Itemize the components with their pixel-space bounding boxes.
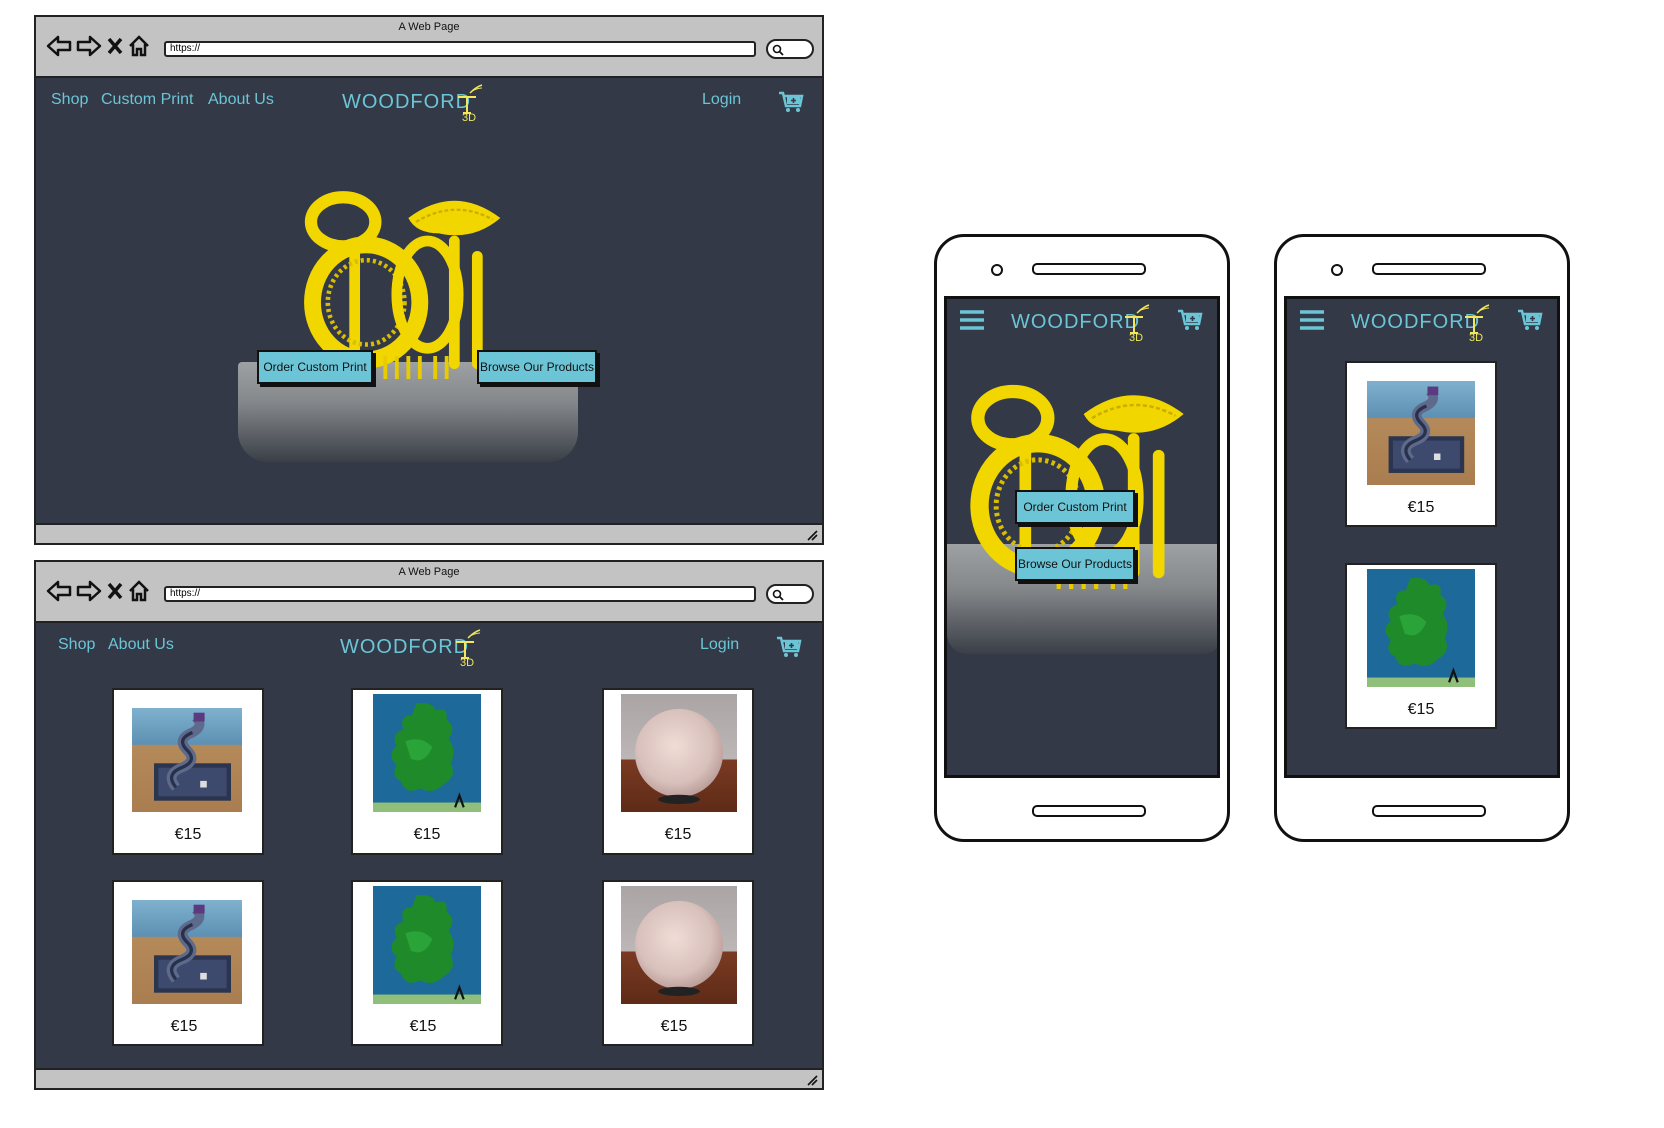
marble-run-photo-icon: [1367, 381, 1475, 485]
browser-chrome: A Web Page https://: [36, 562, 822, 623]
product-card[interactable]: €15: [602, 688, 754, 855]
window-title: A Web Page: [398, 566, 460, 578]
desktop-home-window: A Web Page https:// Shop Custom Print Ab…: [34, 15, 824, 545]
logo-wordmark: WOODFORD: [340, 636, 470, 658]
marble-run-photo-icon: [132, 708, 242, 812]
forward-arrow-icon[interactable]: [76, 35, 102, 57]
speaker-grille: [1032, 263, 1146, 275]
nav-login[interactable]: Login: [700, 636, 739, 654]
site-header: Shop Custom Print About Us WOODFORD Logi…: [36, 83, 822, 119]
close-icon[interactable]: [106, 35, 124, 57]
product-price: €15: [1407, 701, 1435, 718]
browser-chrome: A Web Page https://: [36, 17, 822, 78]
resize-grip-icon[interactable]: [806, 529, 818, 541]
nav-login[interactable]: Login: [702, 91, 741, 109]
hero-image: [236, 187, 596, 487]
brand-logo[interactable]: WOODFORD: [1011, 311, 1161, 341]
product-photo: [132, 708, 242, 812]
product-card[interactable]: €15: [351, 688, 503, 855]
desktop-shop-window: A Web Page https:// Shop About Us WOODFO…: [34, 560, 824, 1090]
ireland-map-photo-icon: [373, 694, 481, 812]
logo-wordmark: WOODFORD: [342, 91, 472, 113]
back-arrow-icon[interactable]: [46, 580, 72, 602]
browser-search[interactable]: [766, 39, 814, 59]
cart-icon[interactable]: [778, 91, 804, 113]
close-icon[interactable]: [106, 580, 124, 602]
front-camera: [991, 264, 1003, 276]
ireland-map-photo-icon: [373, 886, 481, 1004]
product-photo: [373, 886, 481, 1004]
product-photo: [373, 694, 481, 812]
logo-mark-icon: [1461, 303, 1491, 343]
product-price: €15: [660, 1018, 688, 1035]
brand-logo[interactable]: WOODFORD: [1351, 311, 1501, 341]
home-button[interactable]: [1032, 805, 1146, 817]
hamburger-menu-icon[interactable]: [959, 309, 985, 331]
mobile-home-screen: WOODFORD Order Custom Print Browse Our P…: [944, 296, 1220, 778]
product-price: €15: [413, 826, 441, 843]
product-card[interactable]: €15: [112, 880, 264, 1046]
product-photo: [621, 694, 737, 812]
status-bar: [36, 1068, 822, 1088]
product-photo: [1367, 381, 1475, 485]
order-custom-print-button[interactable]: Order Custom Print: [1015, 490, 1135, 524]
product-price: €15: [170, 1018, 198, 1035]
cart-icon[interactable]: [1517, 309, 1543, 331]
url-bar[interactable]: https://: [164, 41, 756, 57]
ireland-map-photo-icon: [1367, 569, 1475, 687]
logo-mark-icon: [452, 628, 482, 668]
product-card[interactable]: €15: [112, 688, 264, 855]
window-title: A Web Page: [398, 21, 460, 33]
moon-lamp-photo-icon: [621, 694, 737, 812]
url-bar[interactable]: https://: [164, 586, 756, 602]
hamburger-menu-icon[interactable]: [1299, 309, 1325, 331]
order-custom-print-button[interactable]: Order Custom Print: [257, 350, 373, 384]
browser-search[interactable]: [766, 584, 814, 604]
nav-about-us[interactable]: About Us: [208, 91, 274, 109]
moon-lamp-photo-icon: [621, 886, 737, 1004]
front-camera: [1331, 264, 1343, 276]
cart-icon[interactable]: [776, 636, 802, 658]
mobile-shop-screen: WOODFORD €15 €15: [1284, 296, 1560, 778]
product-photo: [1367, 569, 1475, 687]
home-icon[interactable]: [128, 35, 150, 57]
nav-custom-print[interactable]: Custom Print: [101, 91, 193, 109]
product-card[interactable]: €15: [351, 880, 503, 1046]
product-card[interactable]: €15: [1345, 563, 1497, 729]
nav-shop[interactable]: Shop: [58, 636, 95, 654]
browse-products-button[interactable]: Browse Our Products: [1015, 547, 1135, 581]
product-card[interactable]: €15: [602, 880, 754, 1046]
product-photo: [621, 886, 737, 1004]
status-bar: [36, 523, 822, 543]
browse-products-button[interactable]: Browse Our Products: [477, 350, 597, 384]
product-card[interactable]: €15: [1345, 361, 1497, 527]
forward-arrow-icon[interactable]: [76, 580, 102, 602]
search-icon: [772, 589, 784, 601]
product-price: €15: [1407, 499, 1435, 516]
hero-image: [947, 379, 1217, 679]
nav-shop[interactable]: Shop: [51, 91, 88, 109]
home-icon[interactable]: [128, 580, 150, 602]
brand-logo[interactable]: WOODFORD: [342, 89, 492, 119]
nav-about-us[interactable]: About Us: [108, 636, 174, 654]
search-icon: [772, 44, 784, 56]
product-price: €15: [664, 826, 692, 843]
marble-run-photo-icon: [132, 900, 242, 1004]
product-photo: [132, 900, 242, 1004]
mobile-home-device: WOODFORD Order Custom Print Browse Our P…: [934, 234, 1230, 842]
brand-logo[interactable]: WOODFORD: [340, 634, 490, 664]
product-price: €15: [174, 826, 202, 843]
logo-mark-icon: [454, 83, 484, 123]
cart-icon[interactable]: [1177, 309, 1203, 331]
back-arrow-icon[interactable]: [46, 35, 72, 57]
resize-grip-icon[interactable]: [806, 1074, 818, 1086]
home-button[interactable]: [1372, 805, 1486, 817]
product-price: €15: [409, 1018, 437, 1035]
speaker-grille: [1372, 263, 1486, 275]
site-header: Shop About Us WOODFORD Login: [36, 628, 822, 664]
logo-mark-icon: [1121, 303, 1151, 343]
mobile-shop-device: WOODFORD €15 €15: [1274, 234, 1570, 842]
